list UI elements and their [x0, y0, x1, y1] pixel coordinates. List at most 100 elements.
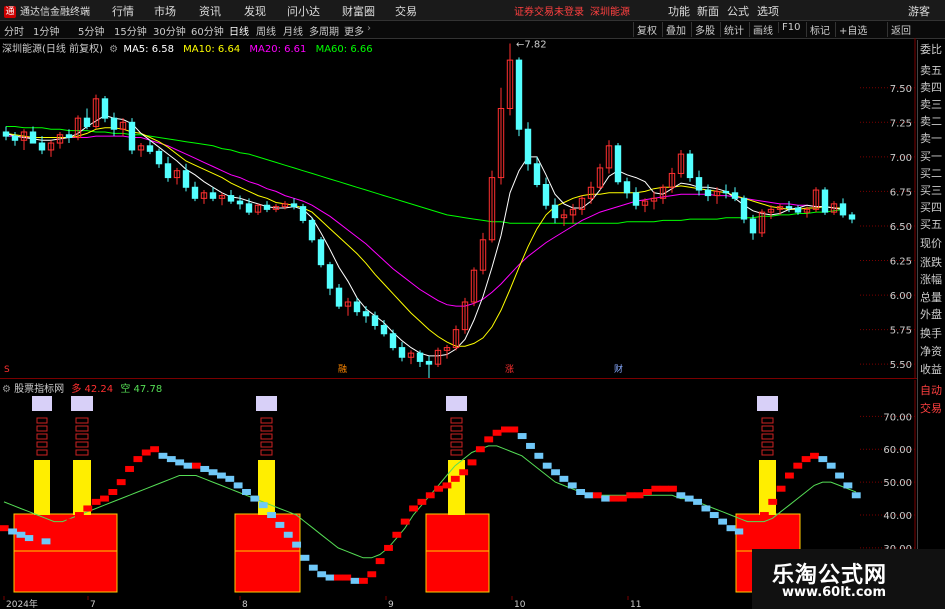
duo-step	[559, 475, 569, 482]
duo-step	[242, 489, 251, 495]
restore-rights-button[interactable]: 复权	[633, 22, 660, 37]
duo-step	[283, 531, 293, 538]
side-panel-item[interactable]: 卖四	[920, 81, 945, 95]
back-button[interactable]: 返回	[887, 22, 914, 37]
login-notice[interactable]: 证券交易未登录	[514, 3, 584, 18]
side-panel-item[interactable]: 换手	[920, 327, 945, 341]
candle-body	[182, 170, 190, 188]
side-panel-item[interactable]: 涨幅	[920, 273, 945, 287]
duo-step	[409, 505, 418, 512]
tab-daily[interactable]: 日线	[229, 23, 249, 38]
overlay-button[interactable]: 叠加	[662, 22, 689, 37]
ladder-step	[260, 417, 273, 424]
duo-step	[24, 535, 34, 542]
tab-weekly[interactable]: 周线	[256, 23, 276, 38]
duo-step	[75, 512, 84, 519]
duo-step	[676, 492, 686, 499]
marker-zhang: 涨	[505, 364, 514, 375]
side-panel-item[interactable]: 外盘	[920, 308, 945, 322]
side-panel-item[interactable]: 净资	[920, 345, 945, 359]
duo-step	[659, 485, 669, 492]
marker-rong: 融	[338, 364, 347, 375]
candle-body	[794, 207, 802, 213]
tab-multi-period[interactable]: 多周期	[309, 23, 339, 38]
y-tick-label: 7.25	[890, 118, 912, 129]
menu-discover[interactable]: 发现	[244, 3, 266, 19]
menu-function[interactable]: 功能	[668, 3, 690, 19]
add-watchlist-button[interactable]: +自选	[835, 22, 870, 37]
side-panel-item[interactable]: 买三	[920, 184, 945, 198]
duo-step	[509, 426, 519, 433]
side-panel-item[interactable]: 总量	[920, 291, 945, 305]
menu-market[interactable]: 市场	[154, 3, 176, 19]
ind-y-tick: 50.00	[883, 478, 912, 489]
tab-15min[interactable]: 15分钟	[114, 23, 147, 38]
duo-step	[709, 512, 719, 519]
menu-options[interactable]: 选项	[757, 3, 779, 19]
f10-button[interactable]: F10	[778, 22, 803, 33]
tab-more[interactable]: 更多	[344, 23, 364, 38]
duo-step	[851, 492, 861, 499]
menu-market-quotes[interactable]: 行情	[112, 3, 134, 19]
side-panel-item[interactable]: 买五	[920, 218, 945, 232]
duo-step	[609, 495, 619, 502]
candle-body	[65, 134, 73, 139]
candle-body	[308, 219, 316, 241]
side-panel-item[interactable]: 买四	[920, 201, 945, 215]
tab-intraday[interactable]: 分时	[4, 23, 24, 38]
candlestick-chart[interactable]: 7.50 7.25 7.00 6.75 6.50 6.25 6.00 5.75 5.50 ←7.8…	[0, 38, 917, 378]
tab-5min[interactable]: 5分钟	[78, 23, 104, 38]
duo-step	[375, 558, 385, 565]
duo-step	[417, 498, 427, 505]
side-panel-item[interactable]: 交易	[920, 402, 945, 416]
tab-1min[interactable]: 1分钟	[33, 23, 59, 38]
menu-new-page[interactable]: 新面	[697, 3, 719, 19]
ind-y-tick: 60.00	[883, 445, 912, 456]
ladder-step	[260, 433, 273, 440]
menu-news[interactable]: 资讯	[199, 3, 221, 19]
statistics-button[interactable]: 统计	[720, 22, 747, 37]
guest-label[interactable]: 游客	[908, 3, 930, 19]
candle-body	[191, 186, 199, 199]
duo-step	[501, 426, 510, 433]
mark-button[interactable]: 标记	[806, 22, 833, 37]
side-panel-item[interactable]: 卖五	[920, 64, 945, 78]
y-tick-label: 6.25	[890, 257, 912, 268]
menu-formula[interactable]: 公式	[727, 3, 749, 19]
side-panel-item[interactable]: 卖二	[920, 115, 945, 129]
duo-step	[517, 433, 527, 440]
side-panel-item[interactable]: 涨跌	[920, 256, 945, 270]
chevron-right-icon[interactable]: ›	[367, 23, 371, 34]
duo-step	[617, 495, 627, 502]
candle-body	[101, 98, 109, 119]
side-panel-item[interactable]: 收益	[920, 363, 945, 377]
side-panel-item[interactable]: 委比	[920, 43, 945, 57]
side-panel-item[interactable]: 买一	[920, 150, 945, 164]
duo-step	[16, 531, 26, 538]
ladder-step	[761, 433, 774, 440]
duo-step	[275, 521, 285, 528]
menu-ask[interactable]: 问小达	[287, 3, 320, 19]
tab-30min[interactable]: 30分钟	[153, 23, 186, 38]
side-panel-item[interactable]: 现价	[920, 237, 945, 251]
tab-60min[interactable]: 60分钟	[191, 23, 224, 38]
app-logo-icon: 通	[4, 6, 16, 18]
x-tick-label: 10	[514, 600, 526, 609]
draw-line-button[interactable]: 画线	[749, 22, 776, 37]
tab-monthly[interactable]: 月线	[283, 23, 303, 38]
side-panel-item[interactable]: 卖三	[920, 98, 945, 112]
duo-step	[91, 498, 101, 505]
duo-step	[400, 518, 410, 525]
duo-step	[317, 571, 327, 578]
ladder-step	[761, 449, 774, 456]
multi-stock-button[interactable]: 多股	[691, 22, 718, 37]
side-panel-item[interactable]: 自动	[920, 384, 945, 398]
menu-wealth[interactable]: 财富圈	[342, 3, 375, 19]
candle-body	[245, 203, 253, 213]
side-panel-item[interactable]: 买二	[920, 167, 945, 181]
duo-step	[392, 531, 402, 538]
menu-trade[interactable]: 交易	[395, 3, 417, 19]
side-panel-item[interactable]: 卖一	[920, 132, 945, 146]
duo-step	[818, 456, 828, 463]
candle-body	[785, 206, 793, 209]
